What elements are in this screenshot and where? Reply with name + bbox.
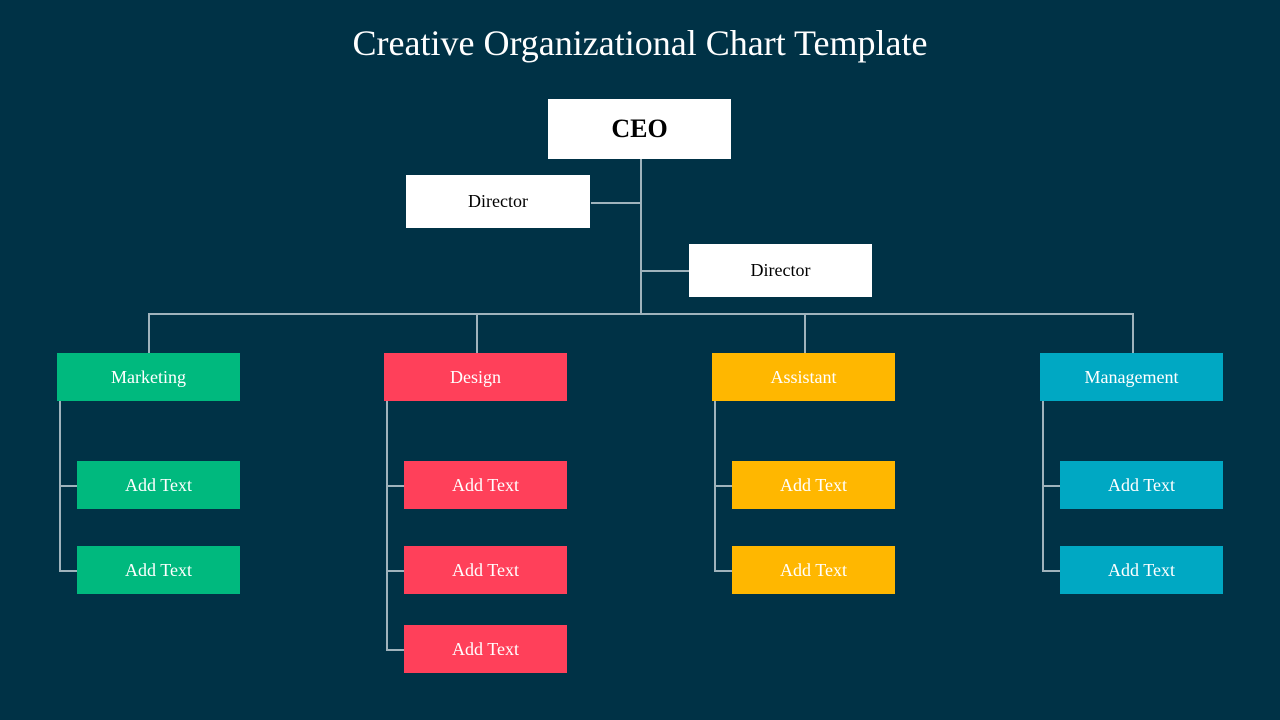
connector [386, 485, 405, 487]
connector [714, 485, 733, 487]
department-label: Design [450, 366, 501, 387]
department-label: Management [1084, 366, 1179, 387]
sub-item-box[interactable]: Add Text [732, 546, 895, 594]
sub-item-box[interactable]: Add Text [404, 461, 567, 509]
sub-item-box[interactable]: Add Text [1060, 461, 1223, 509]
department-box[interactable]: Management [1040, 353, 1223, 401]
connector [714, 570, 733, 572]
sub-item-box[interactable]: Add Text [1060, 546, 1223, 594]
connector [386, 649, 405, 651]
department-label: Assistant [770, 366, 837, 387]
sub-item-label: Add Text [780, 559, 847, 580]
ceo-label: CEO [611, 114, 668, 143]
connector [148, 313, 1134, 315]
connector [1132, 313, 1134, 353]
sub-item-label: Add Text [452, 559, 519, 580]
connector [59, 570, 78, 572]
page-title: Creative Organizational Chart Template [352, 23, 928, 63]
department-box[interactable]: Assistant [712, 353, 895, 401]
sub-item-box[interactable]: Add Text [404, 546, 567, 594]
department-box[interactable]: Marketing [57, 353, 240, 401]
connector [1042, 570, 1061, 572]
director-box[interactable]: Director [406, 175, 590, 228]
sub-item-label: Add Text [1108, 559, 1175, 580]
sub-item-label: Add Text [452, 474, 519, 495]
sub-item-label: Add Text [1108, 474, 1175, 495]
connector [148, 313, 150, 353]
connector [1042, 485, 1061, 487]
sub-item-box[interactable]: Add Text [732, 461, 895, 509]
sub-item-label: Add Text [452, 638, 519, 659]
connector [804, 313, 806, 353]
director-label: Director [750, 260, 811, 280]
ceo-box[interactable]: CEO [548, 99, 731, 159]
connector [476, 313, 478, 353]
sub-item-box[interactable]: Add Text [77, 461, 240, 509]
sub-item-label: Add Text [125, 559, 192, 580]
connector [640, 159, 642, 314]
connector [641, 270, 689, 272]
connector [591, 202, 641, 204]
department-box[interactable]: Design [384, 353, 567, 401]
sub-item-label: Add Text [780, 474, 847, 495]
sub-item-box[interactable]: Add Text [404, 625, 567, 673]
director-box[interactable]: Director [689, 244, 872, 297]
sub-item-label: Add Text [125, 474, 192, 495]
connector [386, 570, 405, 572]
connector [59, 485, 78, 487]
department-label: Marketing [111, 366, 186, 387]
director-label: Director [468, 191, 528, 211]
sub-item-box[interactable]: Add Text [77, 546, 240, 594]
connector [386, 401, 388, 650]
